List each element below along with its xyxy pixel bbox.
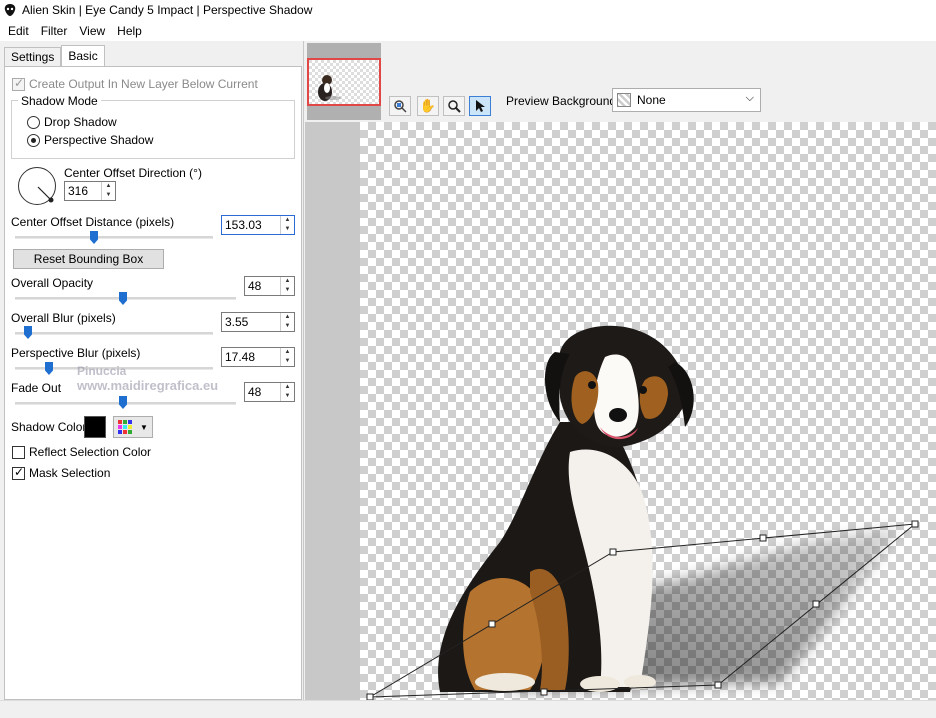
spin-down-icon[interactable]: ▼ [102,191,115,200]
spin-up-icon[interactable]: ▲ [281,383,294,392]
create-output-row: ✓ Create Output In New Layer Below Curre… [12,76,258,91]
overall-opacity-value[interactable]: 48 [245,277,280,295]
overall-blur-spinner[interactable]: 3.55 ▲ ▼ [221,312,295,332]
dropdown-arrow-icon: ▼ [140,422,148,432]
reflect-selection-color-label: Reflect Selection Color [29,445,152,459]
tab-settings[interactable]: Settings [4,47,62,67]
direction-dial-needle [37,186,54,203]
spin-down-icon[interactable]: ▼ [281,392,294,401]
center-offset-distance-value[interactable]: 153.03 [222,216,280,234]
tab-strip: Settings Basic [4,45,105,67]
overall-opacity-thumb[interactable] [119,292,127,305]
center-offset-direction-label: Center Offset Direction (°) [64,166,202,180]
alien-skin-app-icon [4,4,16,16]
spin-down-icon[interactable]: ▼ [281,357,294,366]
navigator-strip [307,43,381,120]
overall-blur-thumb[interactable] [24,326,32,339]
mask-selection-label: Mask Selection [29,466,111,480]
shadow-color-swatch[interactable] [84,416,106,438]
perspective-shadow-radio[interactable] [27,133,40,147]
center-offset-direction-value[interactable]: 316 [65,182,101,200]
reflect-selection-color-row[interactable]: Reflect Selection Color [12,445,151,459]
navigator-icon[interactable] [389,96,411,116]
menu-edit[interactable]: Edit [2,24,35,38]
fade-out-thumb[interactable] [119,396,127,409]
overall-blur-value[interactable]: 3.55 [222,313,280,331]
color-grid-icon [118,420,133,434]
center-offset-distance-thumb[interactable] [90,231,98,244]
spin-up-icon[interactable]: ▲ [281,277,294,286]
spin-down-icon[interactable]: ▼ [281,225,294,234]
hand-icon[interactable]: ✋ [417,96,439,116]
navigator-dog-icon [309,60,379,104]
center-offset-distance-label: Center Offset Distance (pixels) [11,215,175,229]
watermark-name: Pinuccia [77,364,127,378]
chevron-down-icon: ⌵ [745,92,754,104]
spin-down-icon[interactable]: ▼ [281,322,294,331]
perspective-shadow-option[interactable]: Perspective Shadow [27,133,153,147]
menu-filter[interactable]: Filter [35,24,74,38]
navigator-thumbnail[interactable] [307,58,381,106]
spin-up-icon[interactable]: ▲ [281,216,294,225]
fade-out-spinner[interactable]: 48 ▲ ▼ [244,382,295,402]
spin-down-icon[interactable]: ▼ [281,286,294,295]
basic-tab-body: ✓ Create Output In New Layer Below Curre… [4,66,302,700]
preview-background-value: None [637,93,666,107]
shadow-mode-group [11,100,295,159]
window-title: Alien Skin | Eye Candy 5 Impact | Perspe… [22,3,313,17]
reflect-selection-color-checkbox[interactable] [12,445,25,459]
preview-canvas[interactable] [360,122,936,700]
preview-background-select[interactable]: None ⌵ [612,88,761,112]
status-bar [0,700,936,718]
perspective-blur-value[interactable]: 17.48 [222,348,280,366]
fade-out-value[interactable]: 48 [245,383,280,401]
perspective-shadow-label: Perspective Shadow [44,133,154,147]
perspective-blur-thumb[interactable] [45,362,53,375]
center-offset-distance-track[interactable] [15,236,213,239]
fade-out-label: Fade Out [11,381,62,395]
center-offset-direction-spinner[interactable]: 316 ▲ ▼ [64,181,116,201]
center-offset-distance-spinner[interactable]: 153.03 ▲ ▼ [221,215,295,235]
checker-icon [617,93,631,107]
drop-shadow-option[interactable]: Drop Shadow [27,115,117,129]
spin-up-icon[interactable]: ▲ [102,182,115,191]
perspective-blur-label: Perspective Blur (pixels) [11,346,141,360]
mask-selection-checkbox[interactable]: ✓ [12,465,25,480]
spin-up-icon[interactable]: ▲ [281,313,294,322]
menu-help[interactable]: Help [111,24,148,38]
pointer-icon[interactable] [469,96,491,116]
preview-area: ✋ Preview Background: None ⌵ [305,41,936,700]
zoom-icon[interactable] [443,96,465,116]
menu-view[interactable]: View [73,24,111,38]
overall-blur-label: Overall Blur (pixels) [11,311,116,325]
spin-up-icon[interactable]: ▲ [281,348,294,357]
preview-background-label: Preview Background: [506,94,620,108]
overall-opacity-label: Overall Opacity [11,276,94,290]
canvas-margin [305,122,360,700]
settings-panel: Settings Basic ✓ Create Output In New La… [0,41,304,700]
menu-bar: Edit Filter View Help [0,20,936,41]
reset-bounding-box-button[interactable]: Reset Bounding Box [13,249,164,269]
shadow-mode-title: Shadow Mode [18,94,101,108]
title-bar: Alien Skin | Eye Candy 5 Impact | Perspe… [0,0,936,20]
shadow-color-label: Shadow Color [11,420,87,434]
tab-basic[interactable]: Basic [61,45,105,67]
overall-opacity-spinner[interactable]: 48 ▲ ▼ [244,276,295,296]
overall-blur-track[interactable] [15,332,213,335]
preview-artwork [366,325,919,700]
drop-shadow-label: Drop Shadow [44,115,117,129]
drop-shadow-radio[interactable] [27,115,40,129]
direction-dial[interactable] [18,167,56,205]
perspective-blur-spinner[interactable]: 17.48 ▲ ▼ [221,347,295,367]
create-output-label: Create Output In New Layer Below Current [29,77,258,91]
create-output-checkbox[interactable]: ✓ [12,76,25,91]
watermark-url: www.maidiregrafica.eu [77,378,219,393]
mask-selection-row[interactable]: ✓ Mask Selection [12,465,111,480]
color-picker-button[interactable]: ▼ [113,416,153,438]
